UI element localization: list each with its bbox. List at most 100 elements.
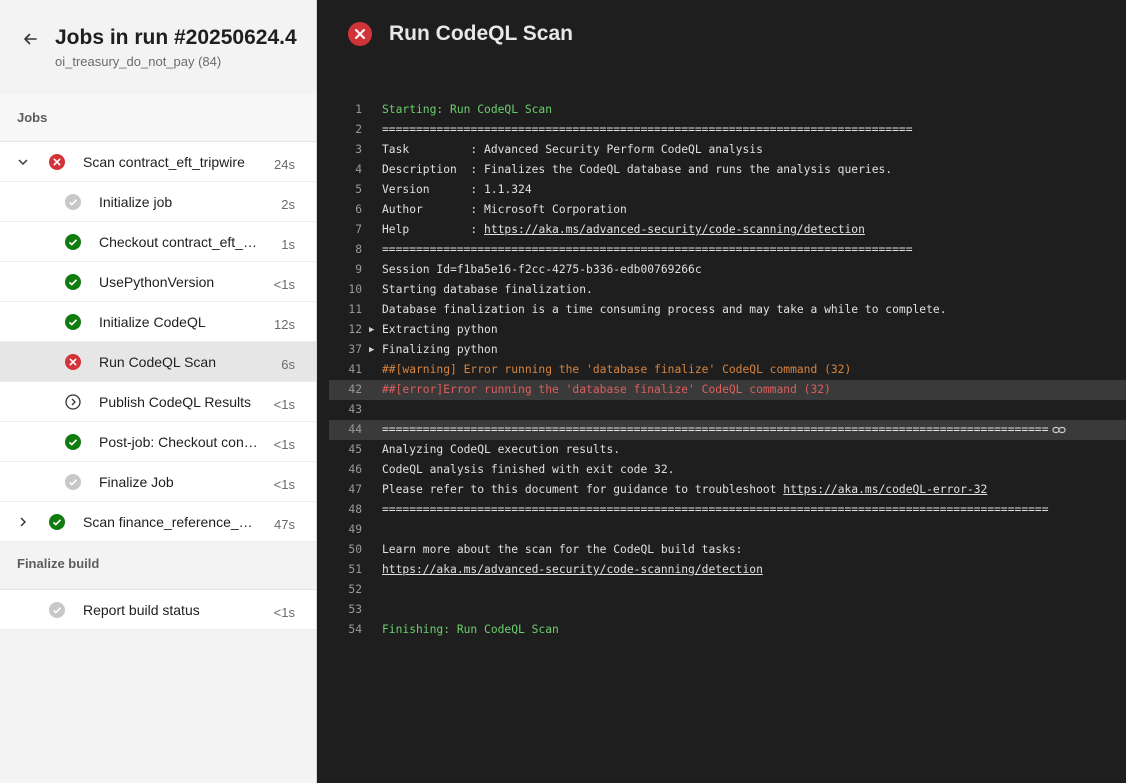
log-text: Author : Microsoft Corporation <box>382 200 627 220</box>
log-text-content: Finalizing python <box>382 343 498 356</box>
line-number: 49 <box>348 523 362 536</box>
log-line[interactable]: 4 Description : Finalizes the CodeQL data… <box>329 160 1126 180</box>
step-row[interactable]: Initialize job 2s <box>0 182 316 222</box>
job-row[interactable]: Scan finance_reference_data 47s <box>0 502 316 542</box>
log-line[interactable]: 54 Finishing: Run CodeQL Scan <box>329 620 1126 640</box>
chevron-right-icon[interactable] <box>16 515 30 529</box>
log-text-content: ##[error]Error running the 'database fin… <box>382 383 831 396</box>
job-label: Initialize CodeQL <box>99 314 206 330</box>
log-line[interactable]: 5 Version : 1.1.324 <box>329 180 1126 200</box>
log-text-content: Session Id=f1ba5e16-f2cc-4275-b336-edb00… <box>382 263 702 276</box>
log-text-content: ##[warning] Error running the 'database … <box>382 363 852 376</box>
log-line[interactable]: 46 CodeQL analysis finished with exit cod… <box>329 460 1126 480</box>
job-label: Scan finance_reference_data <box>83 514 253 530</box>
expand-triangle-icon[interactable]: ▶ <box>369 320 374 340</box>
jobs-heading: Jobs <box>0 94 316 142</box>
finalize-heading: Finalize build <box>0 542 316 590</box>
skipped-step-icon <box>65 394 81 410</box>
line-number: 52 <box>348 583 362 596</box>
log-line[interactable]: 47 Please refer to this document for guid… <box>329 480 1126 500</box>
line-number: 4 <box>355 163 362 176</box>
step-row[interactable]: Initialize CodeQL 12s <box>0 302 316 342</box>
line-number: 43 <box>348 403 362 416</box>
log-text: Database finalization is a time consumin… <box>382 300 947 320</box>
log-link[interactable]: https://aka.ms/advanced-security/code-sc… <box>484 223 865 236</box>
log-text-content: ========================================… <box>382 123 913 136</box>
log-line[interactable]: 50 Learn more about the scan for the Code… <box>329 540 1126 560</box>
job-report-build-status[interactable]: Report build status <1s <box>0 590 316 630</box>
log-link[interactable]: https://aka.ms/codeQL-error-32 <box>783 483 987 496</box>
jobs-list: Scan contract_eft_tripwire 24s Initialize … <box>0 142 316 542</box>
step-row[interactable]: Checkout contract_eft_tripwire 1s <box>0 222 316 262</box>
log-text: ========================================… <box>382 500 1049 520</box>
job-label: UsePythonVersion <box>99 274 215 290</box>
log-line[interactable]: 49 <box>329 520 1126 540</box>
job-duration: 1s <box>281 237 295 252</box>
succeeded-status-icon <box>49 514 65 530</box>
log-line[interactable]: 8 =======================================… <box>329 240 1126 260</box>
log-line[interactable]: 1 Starting: Run CodeQL Scan <box>329 100 1126 120</box>
job-label: Scan contract_eft_tripwire <box>83 154 245 170</box>
chevron-down-icon[interactable] <box>16 155 30 169</box>
log-text-content: ========================================… <box>382 243 913 256</box>
log-line[interactable]: 6 Author : Microsoft Corporation <box>329 200 1126 220</box>
log-line[interactable]: 2 =======================================… <box>329 120 1126 140</box>
log-line[interactable]: 43 <box>329 400 1126 420</box>
line-number: 5 <box>355 183 362 196</box>
job-duration: 6s <box>281 357 295 372</box>
job-label: Report build status <box>83 602 200 618</box>
log-text: ##[warning] Error running the 'database … <box>382 360 851 380</box>
succeeded-status-icon <box>65 314 81 330</box>
log-line[interactable]: 45 Analyzing CodeQL execution results. <box>329 440 1126 460</box>
log-line[interactable]: 9 Session Id=f1ba5e16-f2cc-4275-b336-edb0… <box>329 260 1126 280</box>
log-line[interactable]: 52 <box>329 580 1126 600</box>
job-row[interactable]: Scan contract_eft_tripwire 24s <box>0 142 316 182</box>
page-title: Jobs in run #20250624.4 <box>55 26 297 49</box>
link-icon[interactable] <box>1052 424 1066 436</box>
log-text-content: Please refer to this document for guidan… <box>382 483 784 496</box>
log-line[interactable]: 10 Starting database finalization. <box>329 280 1126 300</box>
log-line[interactable]: 11 Database finalization is a time consum… <box>329 300 1126 320</box>
step-row[interactable]: Run CodeQL Scan 6s <box>0 342 316 382</box>
job-duration: 47s <box>274 517 295 532</box>
failed-status-icon <box>65 354 81 370</box>
log-line[interactable]: 41 ##[warning] Error running the 'databas… <box>329 360 1126 380</box>
step-row[interactable]: Post-job: Checkout contract_eft_tripwire… <box>0 422 316 462</box>
log-text-content: Analyzing CodeQL execution results. <box>382 443 621 456</box>
log-line[interactable]: 7 Help : https://aka.ms/advanced-security… <box>329 220 1126 240</box>
line-number: 51 <box>348 563 362 576</box>
back-arrow-icon[interactable] <box>20 29 40 49</box>
job-duration: <1s <box>273 277 295 292</box>
log-text: Extracting python <box>382 320 498 340</box>
pipeline-name: oi_treasury_do_not_pay (84) <box>55 54 222 69</box>
log-line[interactable]: 53 <box>329 600 1126 620</box>
log-line[interactable]: 12 ▶ Extracting python <box>329 320 1126 340</box>
job-label: Run CodeQL Scan <box>99 354 216 370</box>
log-line[interactable]: 42 ##[error]Error running the 'database f… <box>329 380 1126 400</box>
step-row[interactable]: Publish CodeQL Results <1s <box>0 382 316 422</box>
line-number: 54 <box>348 623 362 636</box>
log-line[interactable]: 37 ▶ Finalizing python <box>329 340 1126 360</box>
log-text: Starting: Run CodeQL Scan <box>382 100 552 120</box>
log-line[interactable]: 44 ======================================… <box>329 420 1126 440</box>
step-title: Run CodeQL Scan <box>389 22 573 45</box>
job-label: Checkout contract_eft_tripwire <box>99 234 259 250</box>
job-label: Initialize job <box>99 194 173 210</box>
line-number: 53 <box>348 603 362 616</box>
expand-triangle-icon[interactable]: ▶ <box>369 340 374 360</box>
step-row[interactable]: Finalize Job <1s <box>0 462 316 502</box>
log-line[interactable]: 51 https://aka.ms/advanced-security/code-… <box>329 560 1126 580</box>
job-duration: <1s <box>273 437 295 452</box>
job-duration: 24s <box>274 157 295 172</box>
line-number: 1 <box>355 103 362 116</box>
log-line[interactable]: 48 ======================================… <box>329 500 1126 520</box>
job-label: Publish CodeQL Results <box>99 394 252 410</box>
log-line[interactable]: 3 Task : Advanced Security Perform CodeQL… <box>329 140 1126 160</box>
log-link[interactable]: https://aka.ms/advanced-security/code-sc… <box>382 563 763 576</box>
log-text-content: Version : 1.1.324 <box>382 183 532 196</box>
step-row[interactable]: UsePythonVersion <1s <box>0 262 316 302</box>
line-number: 3 <box>355 143 362 156</box>
log-text: Starting database finalization. <box>382 280 593 300</box>
log-text: https://aka.ms/advanced-security/code-sc… <box>382 560 763 580</box>
sidebar-header: Jobs in run #20250624.4 oi_treasury_do_n… <box>0 0 316 94</box>
